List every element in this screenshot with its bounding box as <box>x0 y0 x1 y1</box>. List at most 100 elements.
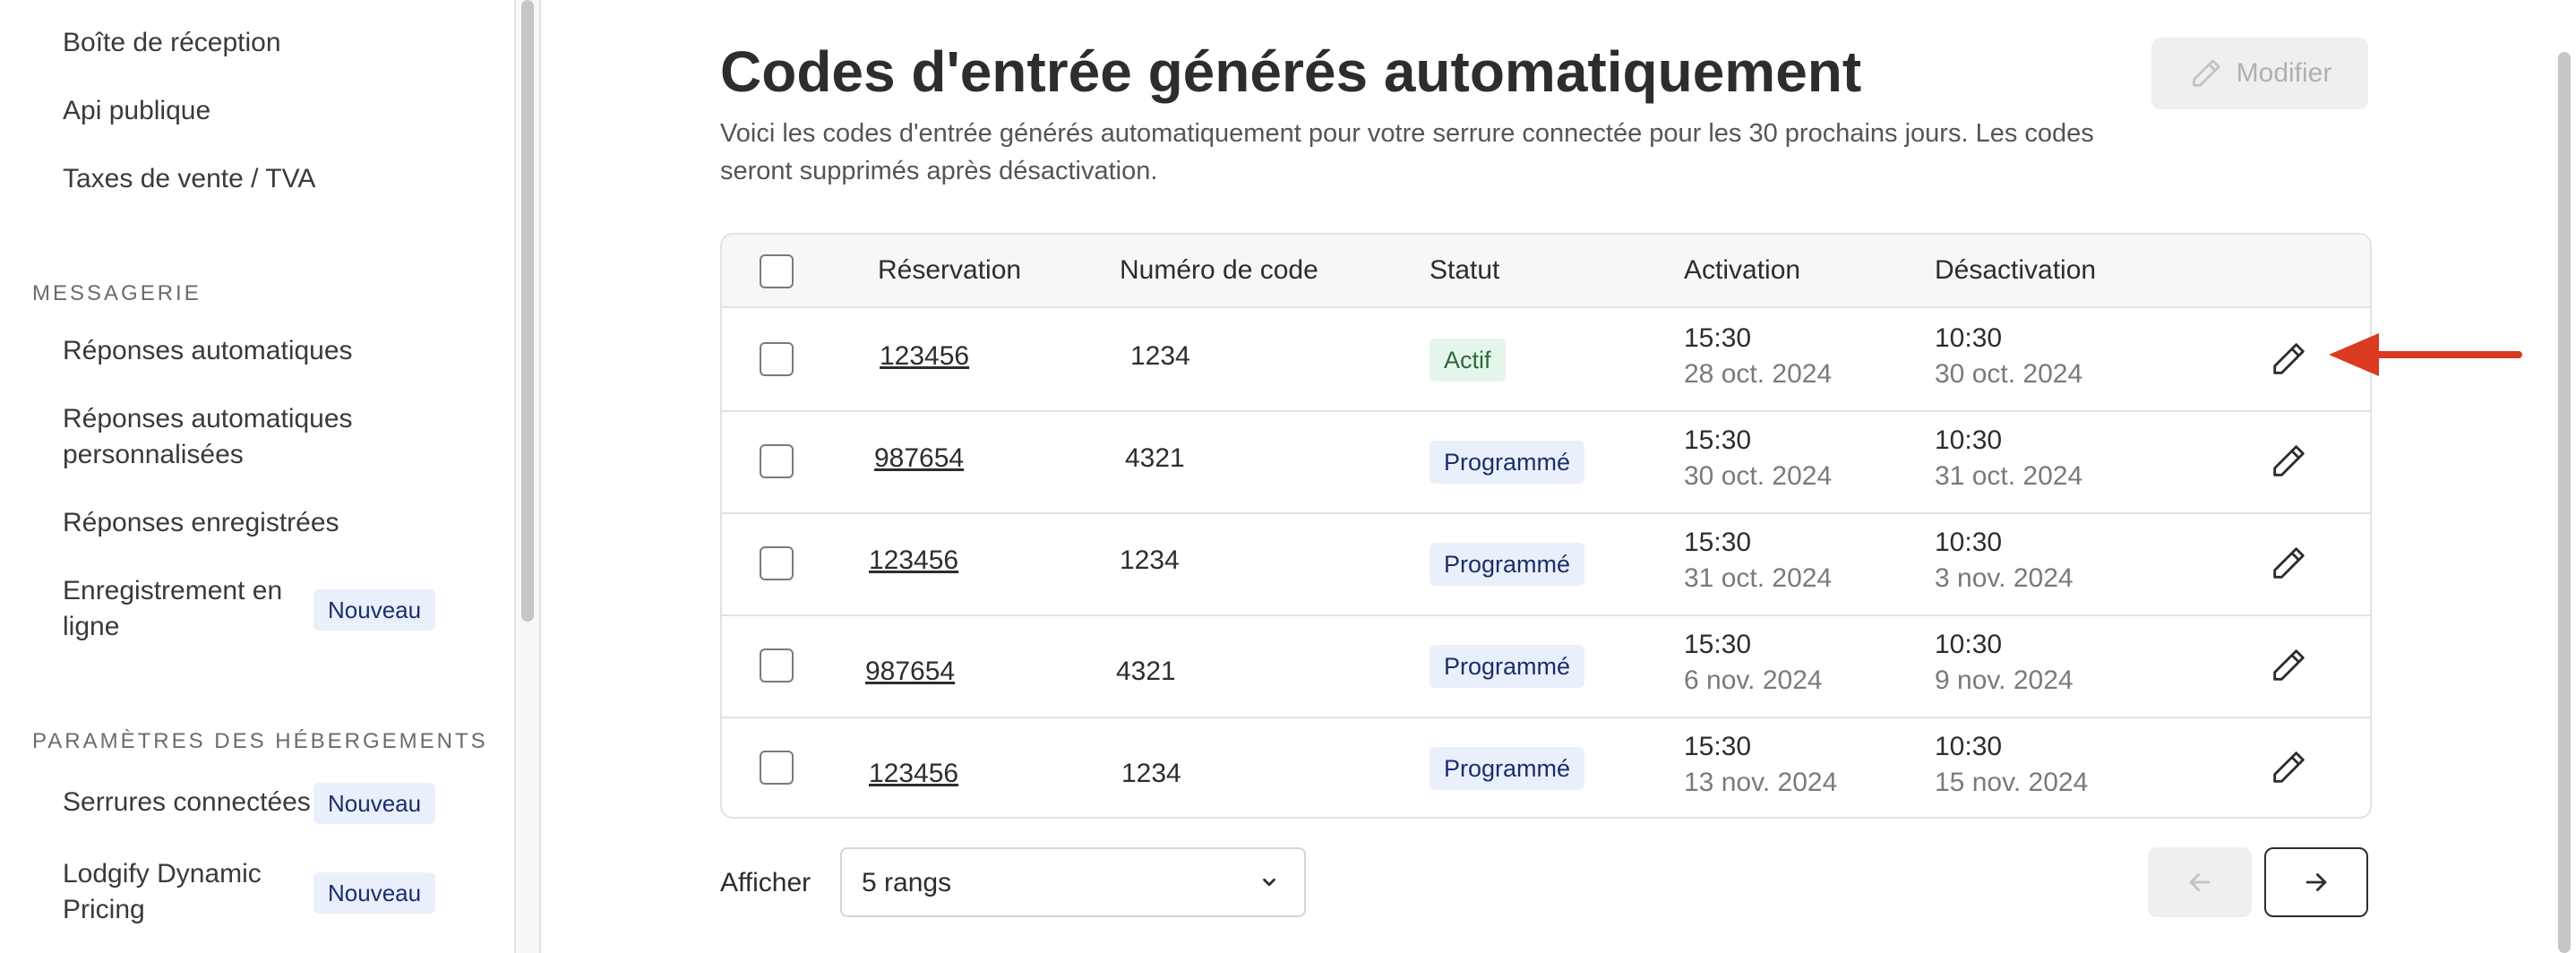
deactivation-date: 15 nov. 2024 <box>1935 768 2089 797</box>
page-scrollbar-thumb[interactable] <box>2558 52 2571 953</box>
activation-date: 30 oct. 2024 <box>1684 461 1833 491</box>
pencil-icon[interactable] <box>2268 339 2309 380</box>
status-badge: Programmé <box>1430 747 1585 790</box>
table-row: 123456 1234 Programmé 15:30 31 oct. 2024 10:3… <box>722 512 2370 616</box>
pencil-icon <box>2192 59 2220 87</box>
table-row: 123456 1234 Programmé 15:30 13 nov. 2024 10:3… <box>722 717 2370 817</box>
pencil-icon[interactable] <box>2268 441 2309 482</box>
pencil-icon[interactable] <box>2268 747 2309 788</box>
deactivation-date: 30 oct. 2024 <box>1935 359 2083 389</box>
table-row: 987654 4321 Programmé 15:30 6 nov. 2024 10:30… <box>722 614 2370 718</box>
status-badge: Actif <box>1430 339 1506 382</box>
new-badge: Nouveau <box>313 872 436 914</box>
row-checkbox[interactable] <box>760 648 794 683</box>
deactivation-time: 10:30 <box>1935 323 2003 353</box>
deactivation-date: 3 nov. 2024 <box>1935 563 2074 593</box>
sidebar-item-label: Pricing <box>63 895 145 924</box>
column-header-status[interactable]: Statut <box>1430 253 1499 288</box>
row-checkbox[interactable] <box>760 342 794 376</box>
status-badge: Programmé <box>1430 543 1585 586</box>
access-codes-table: Réservation Numéro de code Statut Activa… <box>720 233 2372 819</box>
column-header-code[interactable]: Numéro de code <box>1120 253 1318 288</box>
activation-cell: 15:30 28 oct. 2024 <box>1684 321 1832 392</box>
activation-time: 15:30 <box>1684 630 1752 659</box>
select-all-checkbox[interactable] <box>760 254 794 288</box>
column-header-activation[interactable]: Activation <box>1684 253 1800 288</box>
sidebar-item-inbox[interactable]: Boîte de réception <box>63 25 281 61</box>
activation-time: 15:30 <box>1684 323 1752 353</box>
sidebar-section-accommodation: PARAMÈTRES DES HÉBERGEMENTS <box>32 729 488 753</box>
reservation-link[interactable]: 123456 <box>869 545 958 575</box>
reservation-link[interactable]: 123456 <box>869 759 958 788</box>
pencil-icon[interactable] <box>2268 645 2309 686</box>
deactivation-cell: 10:30 30 oct. 2024 <box>1935 321 2082 392</box>
table-header: Réservation Numéro de code Statut Activa… <box>722 235 2370 308</box>
activation-cell: 15:30 31 oct. 2024 <box>1684 525 1832 597</box>
deactivation-cell: 10:30 9 nov. 2024 <box>1935 627 2074 699</box>
pencil-icon[interactable] <box>2268 543 2309 584</box>
status-badge: Programmé <box>1430 441 1585 484</box>
activation-date: 28 oct. 2024 <box>1684 359 1833 389</box>
activation-cell: 15:30 6 nov. 2024 <box>1684 627 1823 699</box>
reservation-link[interactable]: 987654 <box>874 443 964 473</box>
deactivation-cell: 10:30 3 nov. 2024 <box>1935 525 2074 597</box>
activation-date: 13 nov. 2024 <box>1684 768 1838 797</box>
code-number: 4321 <box>1116 657 1176 686</box>
chevron-down-icon <box>1263 878 1275 887</box>
arrow-right-icon <box>2306 873 2327 891</box>
code-number: 1234 <box>1121 759 1181 788</box>
activation-time: 15:30 <box>1684 732 1752 761</box>
activation-time: 15:30 <box>1684 528 1752 557</box>
activation-date: 31 oct. 2024 <box>1684 563 1833 593</box>
reservation-link[interactable]: 987654 <box>865 657 955 686</box>
row-checkbox[interactable] <box>760 751 794 785</box>
rows-per-page-value: 5 rangs <box>862 868 952 897</box>
sidebar-scrollbar-thumb[interactable] <box>521 0 534 622</box>
row-checkbox[interactable] <box>760 444 794 478</box>
deactivation-time: 10:30 <box>1935 630 2003 659</box>
sidebar-item-label: Enregistrement en <box>63 576 283 605</box>
previous-page-button[interactable] <box>2148 847 2252 917</box>
activation-time: 15:30 <box>1684 425 1752 455</box>
sidebar-item-saved-replies[interactable]: Réponses enregistrées <box>63 505 339 541</box>
arrow-left-icon <box>2189 873 2211 891</box>
reservation-link[interactable]: 123456 <box>880 341 969 371</box>
activation-cell: 15:30 13 nov. 2024 <box>1684 729 1837 801</box>
deactivation-cell: 10:30 31 oct. 2024 <box>1935 423 2082 494</box>
new-badge: Nouveau <box>313 589 436 631</box>
deactivation-date: 31 oct. 2024 <box>1935 461 2083 491</box>
page-description: Voici les codes d'entrée générés automat… <box>720 119 2094 185</box>
deactivation-cell: 10:30 15 nov. 2024 <box>1935 729 2088 801</box>
deactivation-time: 10:30 <box>1935 732 2003 761</box>
sidebar-section-messaging: MESSAGERIE <box>32 281 202 305</box>
code-number: 1234 <box>1120 545 1180 575</box>
code-number: 4321 <box>1125 443 1185 473</box>
activation-cell: 15:30 30 oct. 2024 <box>1684 423 1832 494</box>
sidebar-item-smart-locks[interactable]: Serrures connectées <box>63 785 311 820</box>
table-row: 123456 1234 Actif 15:30 28 oct. 2024 10:30 30 … <box>722 308 2370 412</box>
rows-per-page-select[interactable]: 5 rangs <box>840 847 1306 917</box>
activation-date: 6 nov. 2024 <box>1684 665 1823 695</box>
sidebar-item-auto-replies[interactable]: Réponses automatiques <box>63 333 353 369</box>
code-number: 1234 <box>1130 341 1190 371</box>
deactivation-time: 10:30 <box>1935 528 2003 557</box>
next-page-button[interactable] <box>2264 847 2368 917</box>
settings-sidebar: Boîte de réception Api publique Taxes de… <box>0 0 516 953</box>
sidebar-item-online-checkin[interactable]: Enregistrement en ligne <box>63 573 282 645</box>
edit-button[interactable]: Modifier <box>2151 38 2368 109</box>
edit-button-label: Modifier <box>2236 58 2332 88</box>
column-header-deactivation[interactable]: Désactivation <box>1935 253 2096 288</box>
sidebar-item-public-api[interactable]: Api publique <box>63 93 210 129</box>
deactivation-date: 9 nov. 2024 <box>1935 665 2074 695</box>
sidebar-item-label: Réponses automatiques <box>63 404 353 434</box>
column-header-reservation[interactable]: Réservation <box>878 253 1021 288</box>
sidebar-item-sales-tax[interactable]: Taxes de vente / TVA <box>63 161 315 197</box>
row-checkbox[interactable] <box>760 546 794 580</box>
sidebar-item-label: ligne <box>63 612 120 641</box>
sidebar-item-custom-auto-replies[interactable]: Réponses automatiques personnalisées <box>63 401 353 473</box>
page-title: Codes d'entrée générés automatiquement <box>720 39 1862 104</box>
deactivation-time: 10:30 <box>1935 425 2003 455</box>
rows-per-page-label: Afficher <box>720 868 811 897</box>
sidebar-item-dynamic-pricing[interactable]: Lodgify Dynamic Pricing <box>63 856 262 928</box>
status-badge: Programmé <box>1430 645 1585 688</box>
